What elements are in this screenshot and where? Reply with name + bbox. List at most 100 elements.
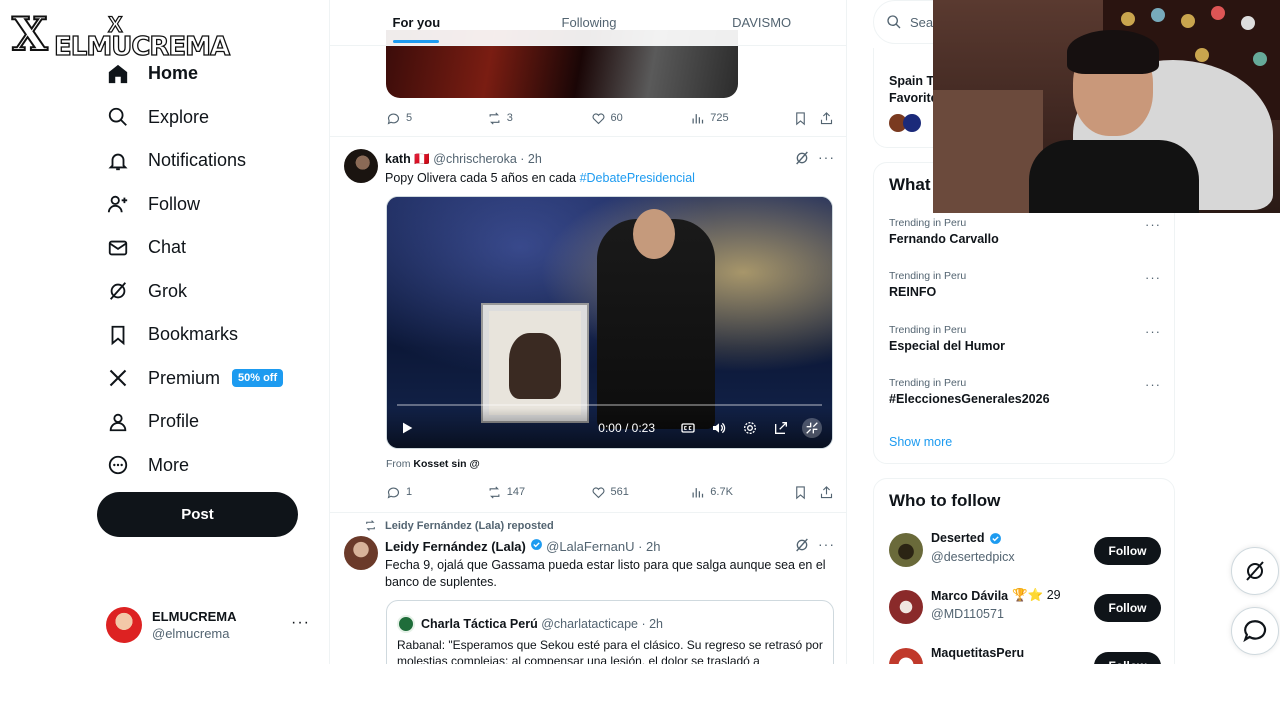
follow-button[interactable]: Follow [1094,594,1161,622]
tweet-header: kath 🇵🇪 @chrischeroka · 2h [385,152,542,167]
share-button[interactable] [819,111,834,126]
grok-icon [1246,561,1264,581]
settings-gear-icon[interactable] [740,418,760,438]
search-icon [887,15,901,29]
like-button[interactable]: 561 [591,485,691,500]
trend-title: Fernando Carvallo [889,232,999,246]
pip-icon[interactable] [771,418,791,438]
fullscreen-exit-icon[interactable] [802,418,822,438]
tab-davismo[interactable]: DAVISMO [675,0,846,45]
like-button[interactable]: 60 [591,111,691,126]
more-dots-icon[interactable]: ··· [1145,217,1161,232]
tab-for-you[interactable]: For you [330,0,503,45]
volume-icon[interactable] [709,418,729,438]
timeline-tabs: For you Following DAVISMO [330,0,846,46]
trend-item[interactable]: Trending in Peru Especial del Humor ··· [889,324,1161,353]
video-source: From Kosset sin @ [386,458,480,470]
account-name: ELMUCREMA [152,609,237,624]
tweet-author-handle[interactable]: @chrischeroka [433,152,517,166]
more-dots-icon[interactable]: ··· [291,614,310,632]
repost-count: 147 [506,486,526,498]
like-count: 561 [610,486,629,498]
trend-item[interactable]: Trending in Peru Fernando Carvallo ··· [889,217,1161,246]
reply-count: 5 [406,112,413,124]
nav-label: Premium [148,367,221,388]
tweet-author-name[interactable]: Leidy Fernández (Lala) [385,539,526,554]
avatar[interactable] [344,149,378,183]
premium-discount-badge: 50% off [232,369,284,388]
avatar[interactable] [344,536,378,570]
suggestion-name-text: Marco Dávila [931,588,1009,603]
views-button[interactable]: 6.7K [690,485,793,500]
post-button[interactable]: Post [97,492,298,537]
grok-icon[interactable] [794,150,810,166]
repost-by-text[interactable]: Leidy Fernández (Lala) reposted [385,520,554,532]
nav-label: Home [148,63,199,84]
quoted-tweet-header: Charla Táctica Perú @charlatacticape · 2… [397,615,663,633]
repost-icon [366,520,375,531]
nav-item-premium[interactable]: Premium 50% off [104,357,324,401]
sidebar-nav: Home Explore Notifications Follow Chat G… [104,52,324,487]
video-progress-bar[interactable] [397,404,822,406]
webcam-person [1029,140,1199,213]
avatar [889,533,923,567]
tweet-time[interactable]: · 2h [520,152,542,166]
video-source-name[interactable]: Kosset sin @ [413,458,479,470]
more-dots-icon[interactable]: ··· [818,536,835,552]
nav-item-bookmarks[interactable]: Bookmarks [104,313,324,357]
views-icon [692,113,704,123]
nav-item-more[interactable]: More [104,444,324,488]
nav-item-follow[interactable]: Follow [104,183,324,227]
trend-item[interactable]: Trending in Peru #EleccionesGenerales202… [889,377,1161,406]
trend-context: Trending in Peru [889,217,967,229]
share-button[interactable] [819,485,834,500]
nav-item-home[interactable]: Home [104,52,324,96]
account-switcher[interactable]: ELMUCREMA @elmucrema ··· [106,604,318,646]
bookmark-button[interactable] [793,485,819,500]
repost-icon [489,111,500,125]
repost-button[interactable]: 3 [487,111,591,126]
share-icon [820,111,833,124]
trend-item[interactable]: Trending in Peru REINFO ··· [889,270,1161,299]
follow-button[interactable]: Follow [1094,537,1161,565]
show-more-link[interactable]: Show more [889,435,952,449]
reply-button[interactable]: 1 [386,485,487,500]
add-person-icon [104,190,132,218]
quoted-author-name: Charla Táctica Perú [421,617,538,631]
nav-item-explore[interactable]: Explore [104,96,324,140]
views-button[interactable]: 725 [690,111,793,126]
bookmark-button[interactable] [793,111,819,126]
reply-icon [387,487,400,499]
tweet-time[interactable]: · 2h [638,539,660,554]
quoted-tweet[interactable]: Charla Táctica Perú @charlatacticape · 2… [386,600,834,664]
hashtag-link[interactable]: #DebatePresidencial [580,171,695,185]
tweet-text: Fecha 9, ojalá que Gassama pueda estar l… [385,558,826,589]
follow-suggestion[interactable]: Deserted @desertedpicx Follow [889,531,1161,571]
grok-icon[interactable] [794,537,810,553]
more-dots-icon[interactable]: ··· [1145,270,1161,285]
repost-button[interactable]: 147 [487,485,591,500]
play-icon[interactable] [397,418,417,438]
nav-item-notifications[interactable]: Notifications [104,139,324,183]
top-card-avatars [889,114,921,132]
reply-button[interactable]: 5 [386,111,487,126]
nav-label: Chat [148,237,187,258]
nav-label: Bookmarks [148,324,239,345]
nav-item-profile[interactable]: Profile [104,400,324,444]
nav-item-chat[interactable]: Chat [104,226,324,270]
tweet-author-name[interactable]: kath [385,152,411,166]
follow-suggestion[interactable]: Marco Dávila 🏆⭐ 29 @MD110571 Follow [889,588,1161,628]
captions-icon[interactable] [678,418,698,438]
more-dots-icon[interactable]: ··· [818,149,835,165]
grok-floating-button[interactable] [1231,547,1279,595]
more-dots-icon[interactable]: ··· [1145,324,1161,339]
tab-following[interactable]: Following [503,0,676,45]
nav-item-grok[interactable]: Grok [104,270,324,314]
video-player[interactable]: 0:00 / 0:23 [386,196,833,449]
suggestion-name-text: Deserted [931,531,985,545]
tweet-author-handle[interactable]: @LalaFernanU [546,539,634,554]
messages-floating-button[interactable] [1231,607,1279,655]
trend-title: #EleccionesGenerales2026 [889,392,1050,406]
heart-icon [592,486,605,498]
more-dots-icon[interactable]: ··· [1145,377,1161,392]
